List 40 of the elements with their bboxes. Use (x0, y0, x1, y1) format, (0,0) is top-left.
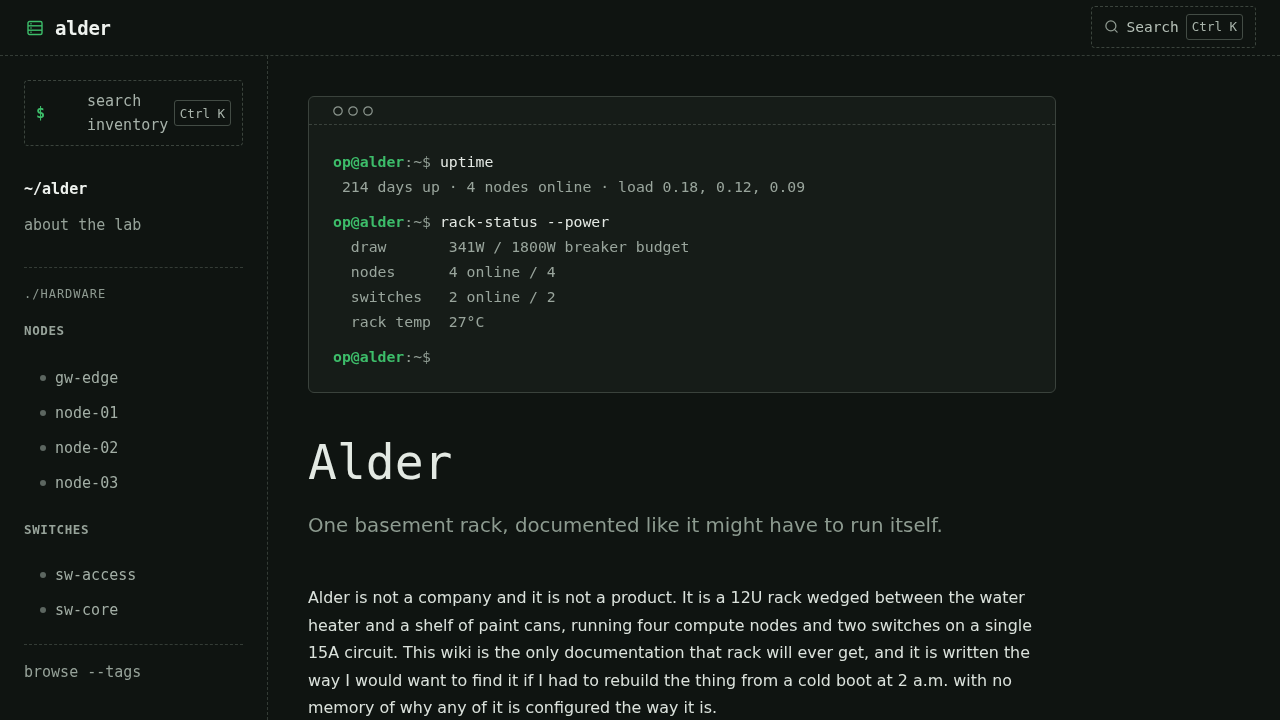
nav-item[interactable]: node-03 (40, 474, 119, 492)
shortcut-key: Ctrl K (1185, 13, 1243, 40)
nav-item[interactable]: sw-core (40, 601, 119, 619)
bullet-icon (40, 607, 46, 613)
command-line: op@alder:~$ uptime (333, 152, 495, 172)
bullet-icon (40, 445, 46, 451)
command-output: 214 days up · 4 nodes online · load 0.18, 0.12, 0.09 (340, 177, 806, 197)
nav-item[interactable]: node-02 (40, 439, 119, 457)
bullet-icon (40, 410, 46, 416)
command-line: op@alder:~$ rack-status --power (333, 212, 611, 232)
section-title: ./HARDWARE (24, 286, 108, 302)
nav-link[interactable]: ~/alder (24, 180, 88, 198)
search-icon (1104, 19, 1120, 34)
server-icon (27, 19, 43, 36)
output-value: 4 online / 4 (448, 262, 556, 282)
command-line: op@alder:~$ (333, 347, 432, 367)
group-title: SWITCHES (24, 522, 90, 538)
intro-paragraph: Alder is not a company and it is not a product. It is a 12U rack wedged between the water heater and a shelf of paint cans, running four compute nodes and two switches on a single 15A circuit. This wiki is the only documentation that rack will ever get, and it is written the way I would want to find it if I had to rebuild the thing from a cold boot at 2 a.m. with no memory of why any of it is configured the way it is. (308, 587, 1033, 719)
output-value: 27°C (448, 312, 485, 332)
output-label: rack temp (350, 312, 432, 332)
page-subtitle: One basement rack, documented like it might have to run itself. (308, 513, 944, 539)
window-dots-icon (333, 105, 373, 116)
shortcut-key: Ctrl K (173, 100, 231, 126)
bullet-icon (40, 480, 46, 486)
output-value: 2 online / 2 (448, 287, 556, 307)
output-label: nodes (350, 262, 397, 282)
logo-text: alder (55, 16, 111, 39)
nav-item[interactable]: sw-access (40, 566, 137, 584)
output-value: 341W / 1800W breaker budget (448, 237, 690, 257)
search-button[interactable]: Search Ctrl K (1091, 5, 1256, 48)
output-label: switches (350, 287, 424, 307)
tags-link[interactable]: browse --tags (24, 663, 142, 681)
nav-item[interactable]: node-01 (40, 404, 119, 422)
bullet-icon (40, 375, 46, 381)
page-title: Alder (308, 434, 453, 490)
nav-item[interactable]: gw-edge (40, 369, 119, 387)
output-label: draw (350, 237, 388, 257)
nav-link[interactable]: about the lab (24, 216, 142, 234)
group-title: NODES (24, 323, 66, 339)
bullet-icon (40, 572, 46, 578)
